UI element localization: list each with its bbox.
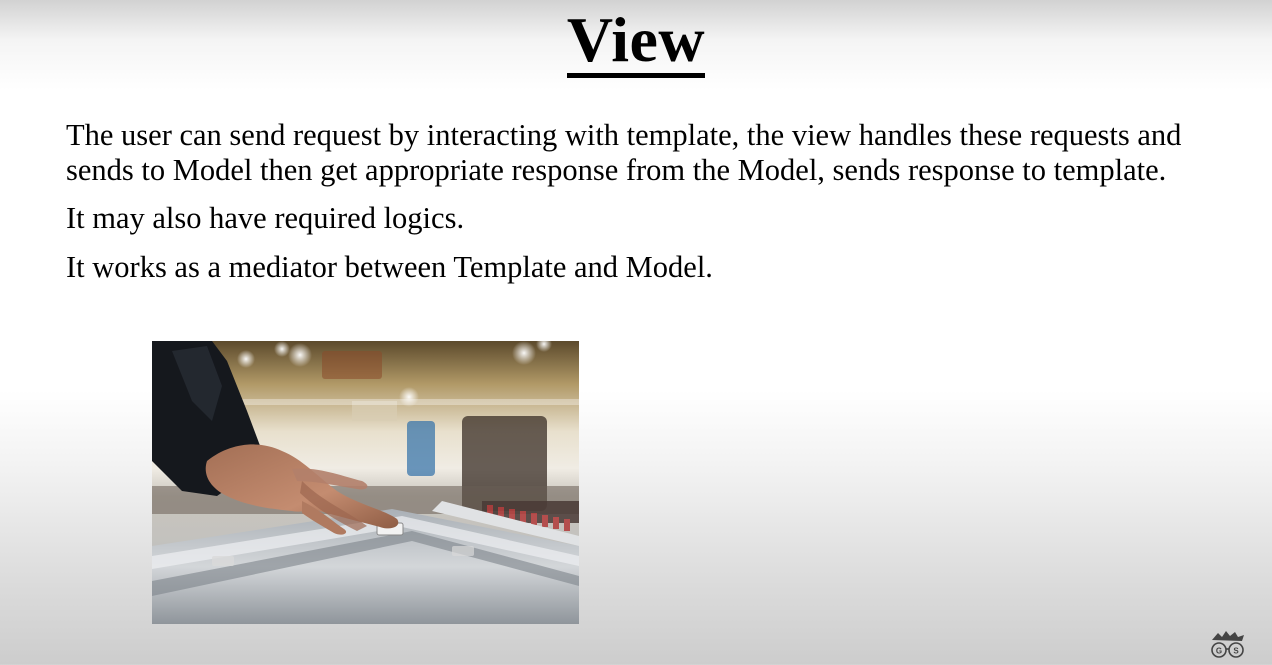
slide: View The user can send request by intera… xyxy=(0,0,1272,664)
logo-graphic: G S xyxy=(1211,631,1244,658)
mixing-console-photo xyxy=(152,341,579,624)
logo-letter-g: G xyxy=(1216,647,1222,656)
slide-title-text: View xyxy=(566,7,706,78)
mixing-console-illustration xyxy=(152,341,579,624)
paragraph-logics: It may also have required logics. xyxy=(66,201,465,235)
paragraph-request-flow: The user can send request by interacting… xyxy=(66,118,1182,187)
slide-title: View xyxy=(0,2,1272,78)
paragraph-mediator: It works as a mediator between Template … xyxy=(66,249,713,284)
geeky-shows-logo-icon: G S xyxy=(1208,630,1248,660)
logo-letter-s: S xyxy=(1233,647,1239,656)
slide-body: The user can send request by interacting… xyxy=(66,118,1226,298)
